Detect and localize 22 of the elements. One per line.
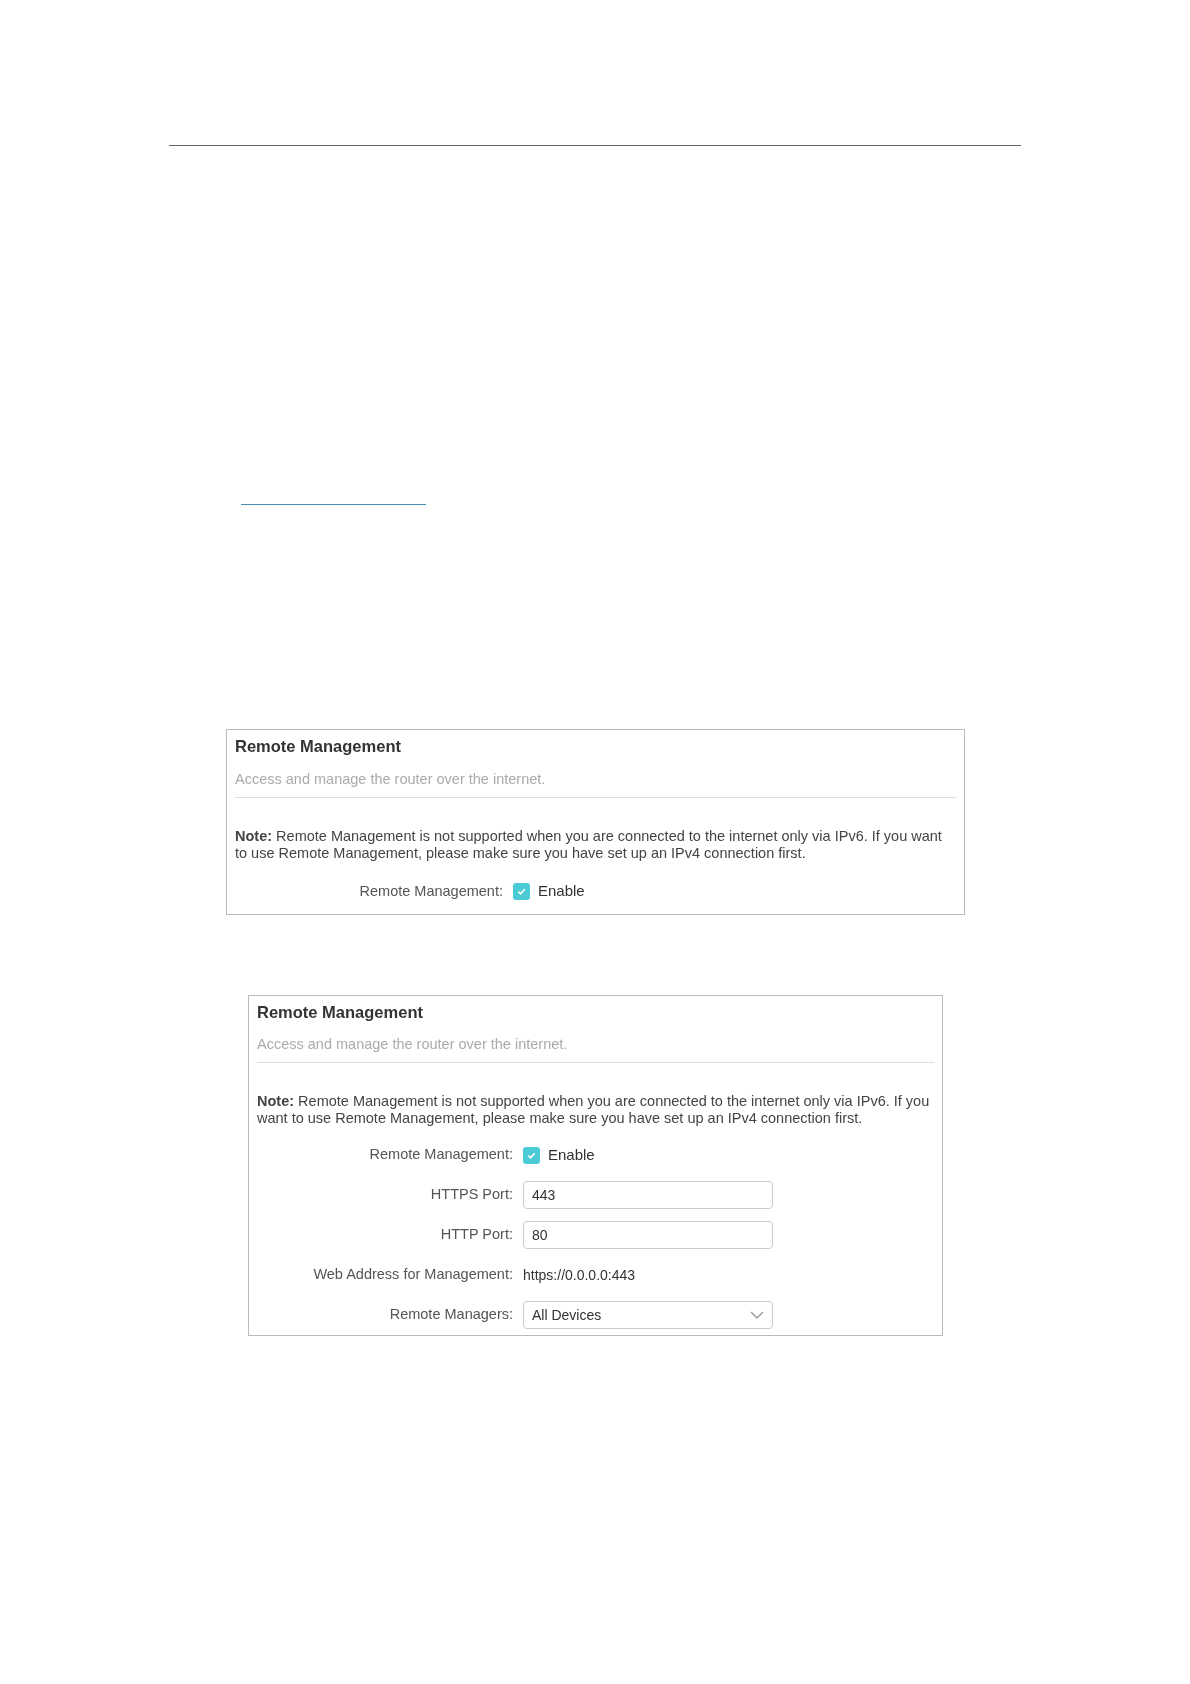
checkbox-label: Enable bbox=[548, 1144, 595, 1165]
web-address-value: https://0.0.0.0:443 bbox=[523, 1265, 636, 1285]
checkbox[interactable] bbox=[513, 883, 530, 900]
port-input-field[interactable]: 443 bbox=[523, 1181, 773, 1209]
field-label: HTTP Port: bbox=[439, 1225, 513, 1245]
remote-managers-dropdown[interactable]: All Devices bbox=[523, 1301, 773, 1329]
checkbox[interactable] bbox=[523, 1146, 540, 1164]
panel-subtitle: Access and manage the router over the internet. bbox=[235, 768, 956, 798]
port-input-field[interactable]: 80 bbox=[523, 1221, 773, 1249]
checkmark-icon bbox=[516, 886, 527, 897]
field-label: Remote Management: bbox=[358, 881, 503, 901]
field-label: HTTPS Port: bbox=[429, 1185, 513, 1205]
note-text: Note: Remote Management is not supported when you are connected to the internet only via IPv6. If you want to use Remote Management, please make sure you have set up an IPv4 connection first. bbox=[235, 827, 943, 862]
panel-title: Remote Management bbox=[235, 736, 402, 757]
field-label: Remote Managers: bbox=[388, 1305, 513, 1325]
field-label: Web Address for Management: bbox=[312, 1265, 513, 1285]
note-text: Note: Remote Management is not supported when you are connected to the internet only via IPv6. If you want to use Remote Management, please make sure you have set up an IPv4 connection first. bbox=[257, 1093, 931, 1127]
field-label: Remote Management: bbox=[368, 1145, 513, 1165]
panel-title: Remote Management bbox=[257, 1001, 424, 1023]
checkbox-label: Enable bbox=[538, 881, 585, 902]
panel-subtitle: Access and manage the router over the internet. bbox=[257, 1034, 934, 1063]
chevron-down-icon bbox=[750, 1311, 764, 1319]
